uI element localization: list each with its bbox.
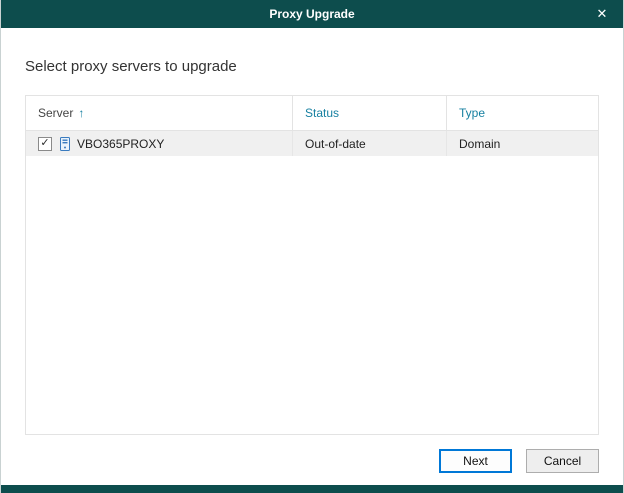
table-row[interactable]: ✓ VBO365PROXY Out-of-date <box>26 131 598 156</box>
close-button[interactable]: ✕ <box>581 0 623 28</box>
dialog-content: Select proxy servers to upgrade Server ↑… <box>1 28 623 437</box>
column-header-type-label: Type <box>459 106 485 120</box>
dialog-footer: Next Cancel <box>1 437 623 485</box>
window-title: Proxy Upgrade <box>269 7 354 21</box>
status-cell: Out-of-date <box>292 131 446 156</box>
server-icon <box>59 137 71 151</box>
checkmark-icon: ✓ <box>40 138 49 149</box>
column-header-type[interactable]: Type <box>446 96 598 130</box>
page-title: Select proxy servers to upgrade <box>25 58 599 75</box>
next-button[interactable]: Next <box>439 449 512 473</box>
type-cell: Domain <box>446 131 598 156</box>
sort-ascending-icon: ↑ <box>78 106 84 120</box>
column-header-server-label: Server <box>38 106 73 120</box>
close-icon: ✕ <box>597 6 608 22</box>
table-header-row: Server ↑ Status Type <box>26 96 598 131</box>
cancel-button[interactable]: Cancel <box>526 449 599 473</box>
column-header-server[interactable]: Server ↑ <box>26 96 292 130</box>
proxy-upgrade-dialog: Proxy Upgrade ✕ Select proxy servers to … <box>0 0 624 493</box>
bottom-accent-strip <box>1 485 623 493</box>
type-value: Domain <box>459 137 500 151</box>
status-value: Out-of-date <box>305 137 366 151</box>
proxy-server-table: Server ↑ Status Type ✓ <box>25 95 599 435</box>
server-cell: ✓ VBO365PROXY <box>26 131 292 156</box>
titlebar: Proxy Upgrade ✕ <box>1 0 623 28</box>
column-header-status-label: Status <box>305 106 339 120</box>
row-checkbox[interactable]: ✓ <box>38 137 52 151</box>
server-name: VBO365PROXY <box>77 137 164 151</box>
column-header-status[interactable]: Status <box>292 96 446 130</box>
